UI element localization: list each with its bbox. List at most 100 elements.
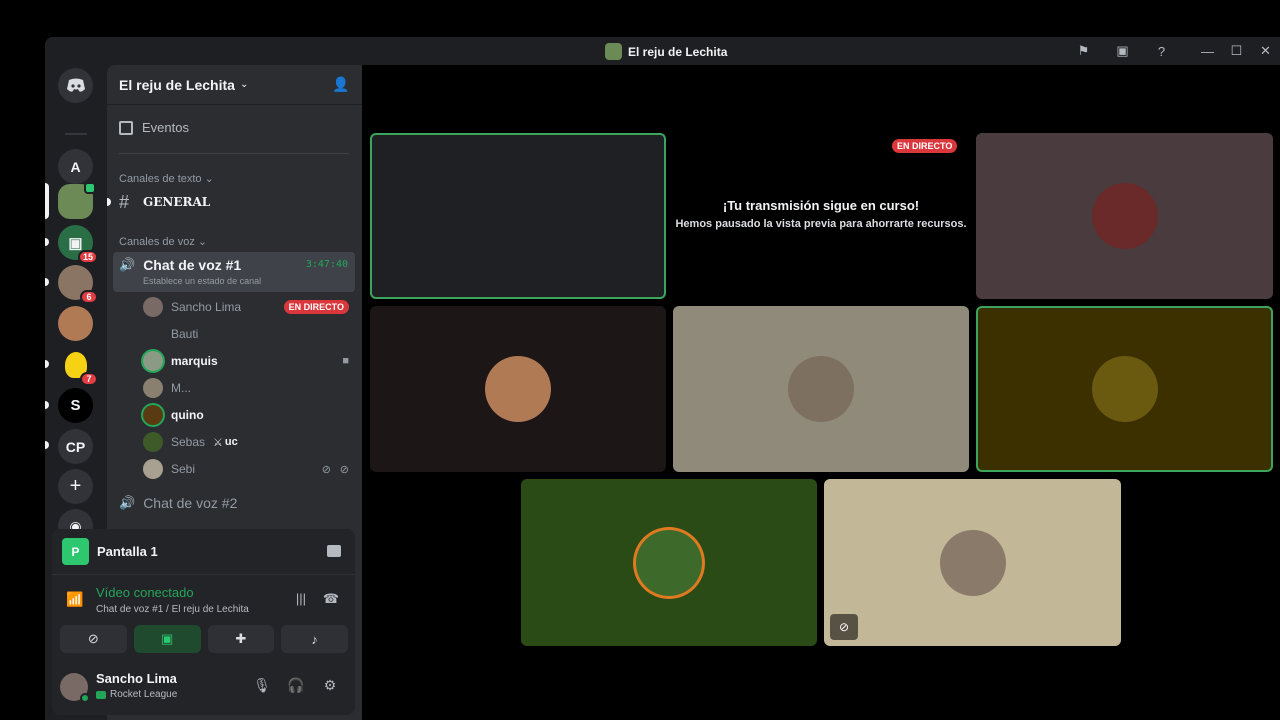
video-tile[interactable]: ⊘: [824, 479, 1121, 646]
flag-icon[interactable]: ⚑: [1064, 37, 1103, 65]
voice-channel-1[interactable]: 🔊 Chat de voz #1 3:47:40 Establece un es…: [113, 252, 355, 292]
video-indicator-icon: [84, 182, 96, 194]
server-icon-face[interactable]: [58, 306, 93, 341]
guild-name: El reju de Lechita: [119, 76, 235, 93]
avatar: [143, 459, 163, 479]
selected-server-pill: [45, 183, 49, 219]
inbox-icon[interactable]: ▣: [1103, 37, 1142, 65]
microphone-icon[interactable]: 🎙: [251, 677, 273, 699]
help-icon[interactable]: ?: [1142, 37, 1181, 65]
mention-badge: 7: [80, 372, 98, 386]
screen-share-row: P Pantalla 1: [52, 529, 355, 575]
account-row: Sancho Lima Rocket League 🎙 🎧 ⚙: [52, 661, 355, 715]
voice-user-name: M...: [171, 381, 191, 395]
video-tile[interactable]: [521, 479, 817, 646]
unread-pill: [45, 441, 49, 449]
noise-suppression-icon[interactable]: |||: [291, 591, 311, 609]
title-bar: El reju de Lechita ⚑ ▣ ? — ☐ ✕: [45, 37, 1280, 65]
voice-channel-2[interactable]: 🔊 Chat de voz #2: [113, 488, 355, 518]
voice-channel-2-label: Chat de voz #2: [143, 495, 238, 511]
headphones-icon[interactable]: 🎧: [285, 677, 307, 699]
rtc-channel[interactable]: Chat de voz #1 / El reju de Lechita: [96, 604, 249, 615]
avatar: [939, 529, 1006, 596]
avatar: [1091, 356, 1158, 422]
video-tile[interactable]: [673, 306, 969, 472]
soundboard-button[interactable]: ♪: [281, 625, 348, 653]
discord-home-icon[interactable]: [58, 68, 93, 103]
voice-user[interactable]: Sebi ⊘ ⊘: [143, 456, 355, 482]
server-a-label: A: [70, 158, 81, 175]
maximize-icon[interactable]: ☐: [1222, 37, 1251, 65]
camera-off-button[interactable]: ⊘: [60, 625, 127, 653]
channel-status[interactable]: Establece un estado de canal: [143, 276, 261, 286]
online-status-icon: [80, 693, 90, 703]
voice-user[interactable]: M...: [143, 375, 355, 401]
server-icon-game[interactable]: ▣ 15: [58, 225, 98, 264]
voice-user[interactable]: marquis ■: [143, 348, 355, 374]
video-tile[interactable]: [370, 306, 666, 472]
unread-indicator: [107, 198, 111, 206]
avatar: [143, 324, 163, 344]
add-server-icon[interactable]: +: [58, 469, 93, 504]
speaker-icon: 🔊: [119, 257, 136, 272]
voice-user-name: Sancho Lima: [171, 300, 242, 314]
category-text[interactable]: Canales de texto ⌄: [119, 172, 214, 185]
server-cp-label: CP: [65, 438, 86, 455]
deafened-icon: ⊘: [339, 463, 349, 476]
signal-icon[interactable]: 📶: [66, 591, 83, 608]
user-panel: P Pantalla 1 📶 Vídeo conectado Chat de v…: [52, 529, 355, 715]
avatar: [143, 297, 163, 317]
voice-user[interactable]: quino: [143, 402, 355, 428]
avatar: [143, 432, 163, 452]
voice-user-name: quino: [171, 408, 204, 422]
channel-general[interactable]: # GENERAL: [107, 187, 355, 217]
minimize-icon[interactable]: —: [1193, 37, 1222, 65]
activities-button[interactable]: ✚: [207, 625, 275, 653]
mic-muted-icon: ⊘: [321, 463, 331, 476]
account-name[interactable]: Sancho Lima: [96, 671, 177, 686]
server-icon-cp[interactable]: CP: [58, 429, 93, 464]
voice-user[interactable]: Sebas ⚔ uc: [143, 429, 355, 455]
voice-actions: ⊘ ▣ ✚ ♪: [60, 625, 348, 653]
sp-logo-icon: S: [70, 397, 81, 414]
guild-header[interactable]: El reju de Lechita ⌄ 👤: [107, 65, 362, 105]
unread-pill: [45, 278, 49, 286]
account-activity-text: Rocket League: [110, 689, 178, 700]
server-icon-a[interactable]: A: [58, 149, 93, 184]
unread-pill: [45, 401, 49, 409]
avatar: [788, 356, 854, 422]
video-tile[interactable]: [976, 306, 1273, 472]
category-voice[interactable]: Canales de voz ⌄: [119, 235, 207, 248]
chevron-down-icon: ⌄: [239, 79, 249, 90]
close-icon[interactable]: ✕: [1251, 37, 1280, 65]
screen-share-thumb: P: [62, 538, 89, 565]
unread-pill: [45, 238, 49, 246]
server-icon-sp[interactable]: S: [58, 388, 93, 423]
video-tile[interactable]: [976, 133, 1273, 299]
category-voice-label: Canales de voz: [119, 236, 195, 248]
server-avatar-icon: [605, 43, 622, 60]
server-icon-duck[interactable]: 7: [58, 347, 98, 386]
invite-people-icon[interactable]: 👤: [332, 76, 350, 94]
server-icon-photo[interactable]: 6: [58, 265, 98, 304]
camera-off-icon: ⊘: [87, 631, 99, 646]
screen-share-button[interactable]: ▣: [133, 625, 201, 653]
mention-badge: 15: [77, 250, 98, 264]
disconnect-icon[interactable]: ☎: [321, 591, 341, 609]
screen-share-icon: ▣: [160, 631, 174, 646]
mention-badge: 6: [80, 290, 98, 304]
rtc-status: Vídeo conectado: [96, 585, 194, 600]
voice-user[interactable]: Bauti: [143, 321, 355, 347]
titlebar-controls: ⚑ ▣ ? — ☐ ✕: [1064, 37, 1280, 65]
window-title: El reju de Lechita: [605, 43, 727, 60]
events-item[interactable]: Eventos: [119, 120, 189, 135]
avatar: [143, 405, 163, 425]
events-label: Eventos: [142, 120, 189, 135]
stop-stream-icon[interactable]: [327, 545, 341, 557]
stream-paused-subtitle: Hemos pausado la vista previa para ahorr…: [675, 218, 967, 230]
sidebar-divider: [119, 153, 349, 154]
settings-gear-icon[interactable]: ⚙: [319, 677, 341, 699]
voice-user[interactable]: Sancho Lima EN DIRECTO: [143, 294, 355, 320]
server-icon-el-reju[interactable]: [58, 182, 96, 219]
video-tile-blank[interactable]: [370, 133, 666, 299]
